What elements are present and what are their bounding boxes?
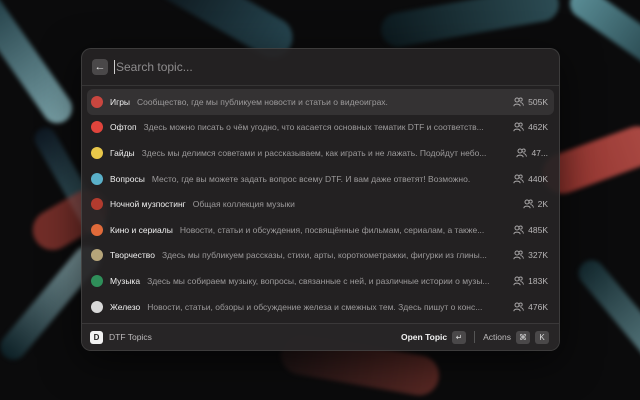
topic-description: Новости, статьи, обзоры и обсуждение жел… xyxy=(147,301,483,312)
subscriber-count: 485K xyxy=(513,225,548,235)
questions-avatar-icon xyxy=(91,172,103,185)
people-icon xyxy=(513,250,524,260)
topic-title: Ночной музпостинг xyxy=(110,199,186,210)
arrow-left-icon: ← xyxy=(94,60,106,73)
subscriber-count: 183K xyxy=(513,276,548,286)
people-icon xyxy=(513,276,524,286)
creativity-avatar-icon xyxy=(91,249,103,262)
subscriber-count: 440K xyxy=(513,174,548,184)
topic-row[interactable]: Музыка Здесь мы собираем музыку, вопросы,… xyxy=(87,268,554,294)
subscriber-count-value: 327K xyxy=(528,250,548,261)
topic-description: Новости, статьи и обсуждения, посвящённы… xyxy=(179,224,485,235)
people-icon xyxy=(516,148,528,158)
subscriber-count-value: 440K xyxy=(528,173,548,184)
subscriber-count: 47... xyxy=(516,148,548,158)
search-bar: ← xyxy=(82,49,559,86)
topic-row[interactable]: Творчество Здесь мы публикуем рассказы, с… xyxy=(87,243,554,269)
topic-description: Здесь мы делимся советами и рассказываем… xyxy=(141,147,487,158)
subscriber-count-value: 47... xyxy=(531,147,548,158)
movies-avatar-icon xyxy=(91,223,103,236)
topic-list: Игры Сообщество, где мы публикуем новости… xyxy=(82,86,559,319)
command-palette-window: ← Игры Сообщество, где мы публикуем новос… xyxy=(81,48,560,351)
subscriber-count: 462K xyxy=(513,122,548,132)
topic-title: Гайды xyxy=(110,147,135,158)
guides-avatar-icon xyxy=(91,146,103,159)
action-bar: D DTF Topics Open Topic ↵ Actions ⌘ K xyxy=(82,323,559,350)
subscriber-count-value: 505K xyxy=(528,96,548,107)
games-avatar-icon xyxy=(91,95,103,108)
actions-button[interactable]: Actions xyxy=(483,332,511,342)
topic-description: Здесь мы публикуем рассказы, стихи, арты… xyxy=(161,250,487,261)
subscriber-count: 327K xyxy=(513,250,548,260)
open-topic-button[interactable]: Open Topic xyxy=(401,332,447,342)
subscriber-count: 476K xyxy=(513,302,548,312)
subscriber-count-value: 2K xyxy=(537,199,548,210)
topic-title: Музыка xyxy=(110,275,141,286)
topic-description: Общая коллекция музыки xyxy=(192,199,295,210)
people-icon xyxy=(513,122,524,132)
topic-title: Творчество xyxy=(110,250,155,261)
command-key-icon: ⌘ xyxy=(516,330,530,344)
topic-description: Сообщество, где мы публикуем новости и с… xyxy=(137,96,388,107)
people-icon xyxy=(513,225,524,235)
music-avatar-icon xyxy=(91,274,103,287)
topic-row[interactable]: Гайды Здесь мы делимся советами и рассказ… xyxy=(87,140,554,166)
app-name: DTF Topics xyxy=(109,332,152,342)
topic-row[interactable]: Игры Сообщество, где мы публикуем новости… xyxy=(87,89,554,115)
dtf-logo-icon: D xyxy=(90,330,103,344)
hardware-avatar-icon xyxy=(91,300,103,313)
topic-title: Железо xyxy=(110,301,141,312)
topic-description: Место, где вы можете задать вопрос всему… xyxy=(151,173,471,184)
topic-row[interactable]: Железо Новости, статьи, обзоры и обсужден… xyxy=(87,294,554,320)
subscriber-count: 2K xyxy=(522,199,548,210)
subscriber-count-value: 462K xyxy=(528,122,548,133)
enter-key-icon: ↵ xyxy=(452,330,467,344)
topic-row[interactable]: Офтоп Здесь можно писать о чём угодно, чт… xyxy=(87,115,554,141)
people-icon xyxy=(513,97,524,107)
topic-description: Здесь можно писать о чём угодно, что кас… xyxy=(143,122,484,133)
topic-row[interactable]: Ночной музпостинг Общая коллекция музыки 2… xyxy=(87,191,554,217)
footer-divider xyxy=(474,331,476,343)
subscriber-count: 505K xyxy=(513,97,548,107)
topic-title: Офтоп xyxy=(110,122,137,133)
back-button[interactable]: ← xyxy=(92,59,108,75)
k-key-icon: K xyxy=(535,330,549,344)
subscriber-count-value: 476K xyxy=(528,301,548,312)
topic-title: Кино и сериалы xyxy=(110,224,173,235)
people-icon xyxy=(522,199,534,209)
topic-description: Здесь мы собираем музыку, вопросы, связа… xyxy=(147,275,490,286)
topic-title: Игры xyxy=(110,96,131,107)
people-icon xyxy=(513,302,524,311)
topic-row[interactable]: Кино и сериалы Новости, статьи и обсужден… xyxy=(87,217,554,243)
topic-title: Вопросы xyxy=(110,173,145,184)
offtop-avatar-icon xyxy=(91,121,103,134)
topic-row[interactable]: Вопросы Место, где вы можете задать вопро… xyxy=(87,166,554,192)
search-input[interactable] xyxy=(114,60,549,74)
people-icon xyxy=(513,174,524,183)
subscriber-count-value: 183K xyxy=(528,275,548,286)
subscriber-count-value: 485K xyxy=(528,224,548,235)
night-music-avatar-icon xyxy=(91,198,103,211)
